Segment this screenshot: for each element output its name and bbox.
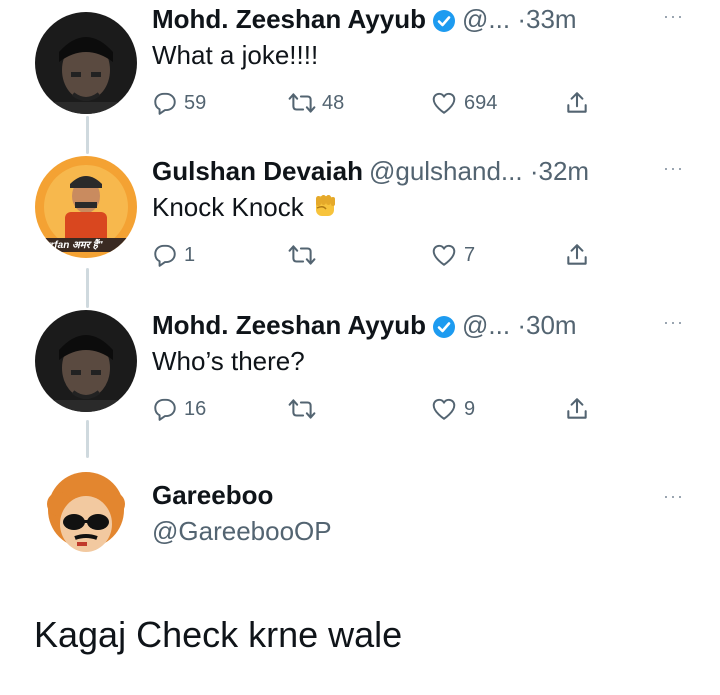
tweet-actions: 1 7 xyxy=(152,242,612,270)
reply-tweet[interactable]: Gareeboo ··· @GareebooOP xyxy=(0,460,720,695)
avatar-image-icon xyxy=(35,310,137,412)
tweet-actions: 59 48 694 xyxy=(152,90,612,118)
tweet-text-row: Knock Knock xyxy=(152,190,340,228)
verified-badge-icon xyxy=(432,313,456,347)
reply-count: 16 xyxy=(184,397,207,420)
avatar-caption: "Irrfan अमर हैं" xyxy=(39,240,103,251)
reply-button[interactable]: 1 xyxy=(152,242,195,268)
avatar[interactable]: "Irrfan अमर हैं" xyxy=(35,156,137,258)
retweet-icon xyxy=(288,399,316,419)
reply-icon xyxy=(154,244,176,267)
verified-badge-icon xyxy=(432,7,456,41)
like-button[interactable]: 9 xyxy=(430,396,475,422)
more-options-icon[interactable]: ··· xyxy=(663,486,684,507)
tweet[interactable]: Mohd. Zeeshan Ayyub @... ·30m ··· Who’s t… xyxy=(0,306,720,456)
share-icon xyxy=(567,398,587,419)
avatar-image-icon xyxy=(35,12,137,114)
tweet-text: Kagaj Check krne wale xyxy=(34,614,403,655)
tweet-text: Who’s there? xyxy=(152,346,305,376)
reply-icon xyxy=(154,398,176,421)
reply-count: 59 xyxy=(184,91,207,114)
raised-fist-icon xyxy=(310,190,340,228)
heart-icon xyxy=(432,92,456,114)
more-options-icon[interactable]: ··· xyxy=(663,6,684,27)
separator-dot: · xyxy=(517,310,526,340)
like-count: 9 xyxy=(464,397,476,420)
tweet[interactable]: "Irrfan अमर हैं" Gulshan Devaiah @gulshan… xyxy=(0,152,720,302)
share-icon xyxy=(567,244,587,265)
more-options-icon[interactable]: ··· xyxy=(663,158,684,179)
tweet-text: Knock Knock xyxy=(152,192,304,222)
timestamp[interactable]: 32m xyxy=(538,156,589,186)
reply-icon xyxy=(154,92,176,115)
reply-button[interactable]: 16 xyxy=(152,396,206,422)
share-icon xyxy=(567,92,587,113)
avatar[interactable] xyxy=(35,12,137,114)
retweet-icon xyxy=(288,93,316,113)
timestamp[interactable]: 33m xyxy=(526,4,577,34)
share-button[interactable] xyxy=(564,396,596,422)
author-handle[interactable]: @... xyxy=(462,4,510,34)
retweet-count: 48 xyxy=(322,91,345,114)
retweet-button[interactable] xyxy=(288,242,322,268)
like-button[interactable]: 7 xyxy=(430,242,475,268)
author-name[interactable]: Mohd. Zeeshan Ayyub xyxy=(152,4,426,34)
author-name[interactable]: Mohd. Zeeshan Ayyub xyxy=(152,310,426,340)
cartoon-avatar-icon xyxy=(35,464,137,566)
share-button[interactable] xyxy=(564,242,596,268)
reply-count: 1 xyxy=(184,243,196,266)
share-button[interactable] xyxy=(564,90,596,116)
timestamp[interactable]: 30m xyxy=(526,310,577,340)
tweet-actions: 16 9 xyxy=(152,396,612,424)
retweet-button[interactable]: 48 xyxy=(288,90,344,116)
heart-icon xyxy=(432,244,456,266)
author-name[interactable]: Gulshan Devaiah xyxy=(152,156,363,186)
like-count: 7 xyxy=(464,243,476,266)
more-options-icon[interactable]: ··· xyxy=(663,312,684,333)
avatar[interactable] xyxy=(35,464,137,566)
author-name[interactable]: Gareeboo xyxy=(152,480,273,510)
separator-dot: · xyxy=(517,4,526,34)
author-handle[interactable]: @... xyxy=(462,310,510,340)
like-button[interactable]: 694 xyxy=(430,90,497,116)
avatar[interactable] xyxy=(35,310,137,412)
author-handle[interactable]: @gulshand... xyxy=(369,156,523,186)
tweet-text: What a joke!!!! xyxy=(152,40,319,70)
retweet-button[interactable] xyxy=(288,396,322,422)
author-handle[interactable]: @GareebooOP xyxy=(152,516,332,547)
retweet-icon xyxy=(288,245,316,265)
heart-icon xyxy=(432,398,456,420)
reply-button[interactable]: 59 xyxy=(152,90,206,116)
tweet[interactable]: Mohd. Zeeshan Ayyub @... ·33m ··· What a … xyxy=(0,0,720,150)
like-count: 694 xyxy=(464,91,498,114)
